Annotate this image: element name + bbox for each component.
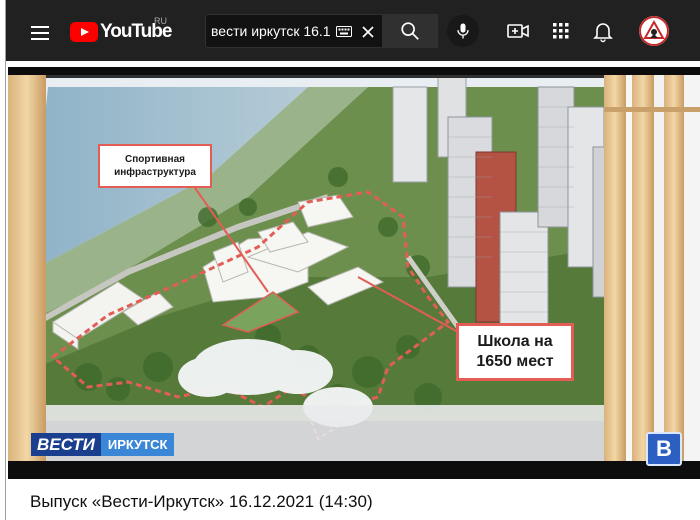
search-box (205, 14, 383, 48)
avatar-image (639, 16, 669, 46)
youtube-logo[interactable]: YouTube RU (70, 16, 172, 45)
vesti-broadcast-logo: ВЕСТИ ИРКУТСК (31, 433, 175, 456)
video-title: Выпуск «Вести-Иркутск» 16.12.2021 (14:30… (30, 492, 373, 511)
sports-infrastructure-label: Спортивная инфраструктура (98, 144, 212, 188)
channel-watermark[interactable]: В (646, 432, 682, 466)
menu-button[interactable] (26, 18, 54, 46)
masthead: YouTube RU (0, 0, 700, 64)
video-player[interactable]: Спортивная инфраструктура Школа на 1650 … (8, 67, 700, 479)
logo-region: RU (154, 16, 167, 26)
menu-icon (31, 26, 49, 28)
channel-logo-letter: В (656, 436, 672, 461)
clear-icon[interactable] (359, 23, 377, 41)
vesti-city-word: ИРКУТСК (100, 433, 175, 456)
school-label: Школа на 1650 мест (456, 323, 574, 381)
create-video-icon[interactable] (505, 18, 531, 44)
keyboard-icon[interactable] (336, 26, 352, 37)
search-input[interactable] (211, 21, 331, 41)
voice-search-button[interactable] (447, 15, 479, 47)
microphone-icon (457, 23, 469, 39)
notifications-icon[interactable] (590, 18, 616, 44)
video-frame (8, 67, 700, 479)
apps-icon[interactable] (548, 18, 574, 44)
youtube-play-icon (70, 22, 98, 42)
search-icon (401, 22, 419, 40)
page-left-edge (0, 0, 6, 520)
search-button[interactable] (383, 14, 438, 48)
avatar[interactable] (639, 16, 669, 46)
vesti-brand-word: ВЕСТИ (31, 433, 101, 456)
